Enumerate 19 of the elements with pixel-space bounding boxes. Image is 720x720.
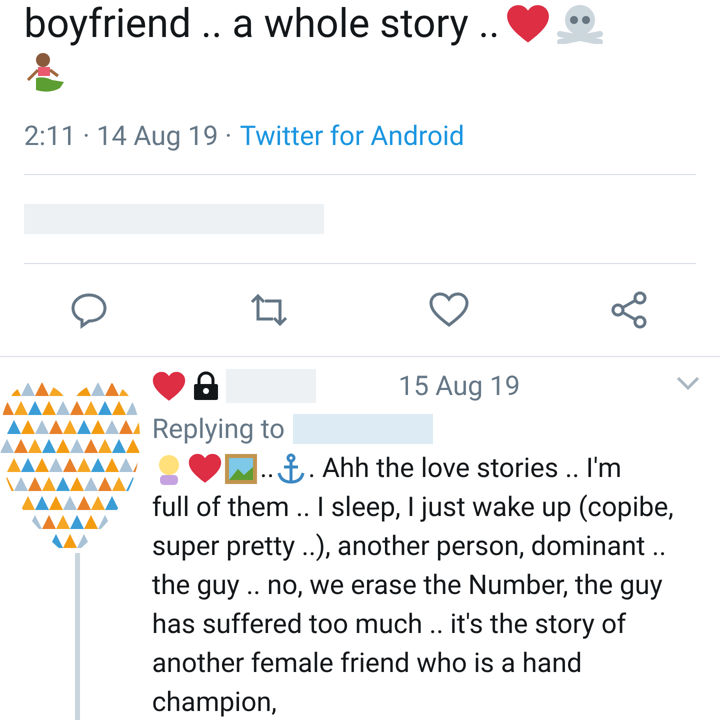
reply-icon[interactable]: [70, 291, 108, 329]
reply-text: full of them .. I sleep, I just wake up (copibe, super pretty ..), another person, dominant .. the guy .. no, we erase the Number, the guy has suffered too much .. it's the story of another female friend who is a hand champion,: [152, 490, 675, 720]
reply-text: . Ahh the love stories .. I'm: [308, 451, 622, 486]
heart-icon: [506, 4, 550, 44]
dots-text: ..: [260, 451, 274, 486]
heart-icon: [152, 370, 186, 402]
tweet-timestamp: 2:11 · 14 Aug 19 ·: [24, 120, 232, 152]
heart-icon: [188, 453, 222, 484]
anchor-icon: [276, 452, 306, 484]
replying-to-label: Replying to: [152, 413, 285, 445]
tweet-text: boyfriend .. a whole story ..: [24, 4, 500, 44]
source-link[interactable]: Twitter for Android: [240, 120, 464, 152]
lock-icon: [192, 371, 220, 401]
reply-date: 15 Aug 19: [398, 370, 520, 402]
retweet-icon[interactable]: [248, 293, 289, 327]
like-icon[interactable]: [429, 292, 470, 328]
framed-picture-icon: [224, 452, 258, 484]
share-icon[interactable]: [610, 291, 648, 329]
skull-icon: [556, 4, 604, 44]
